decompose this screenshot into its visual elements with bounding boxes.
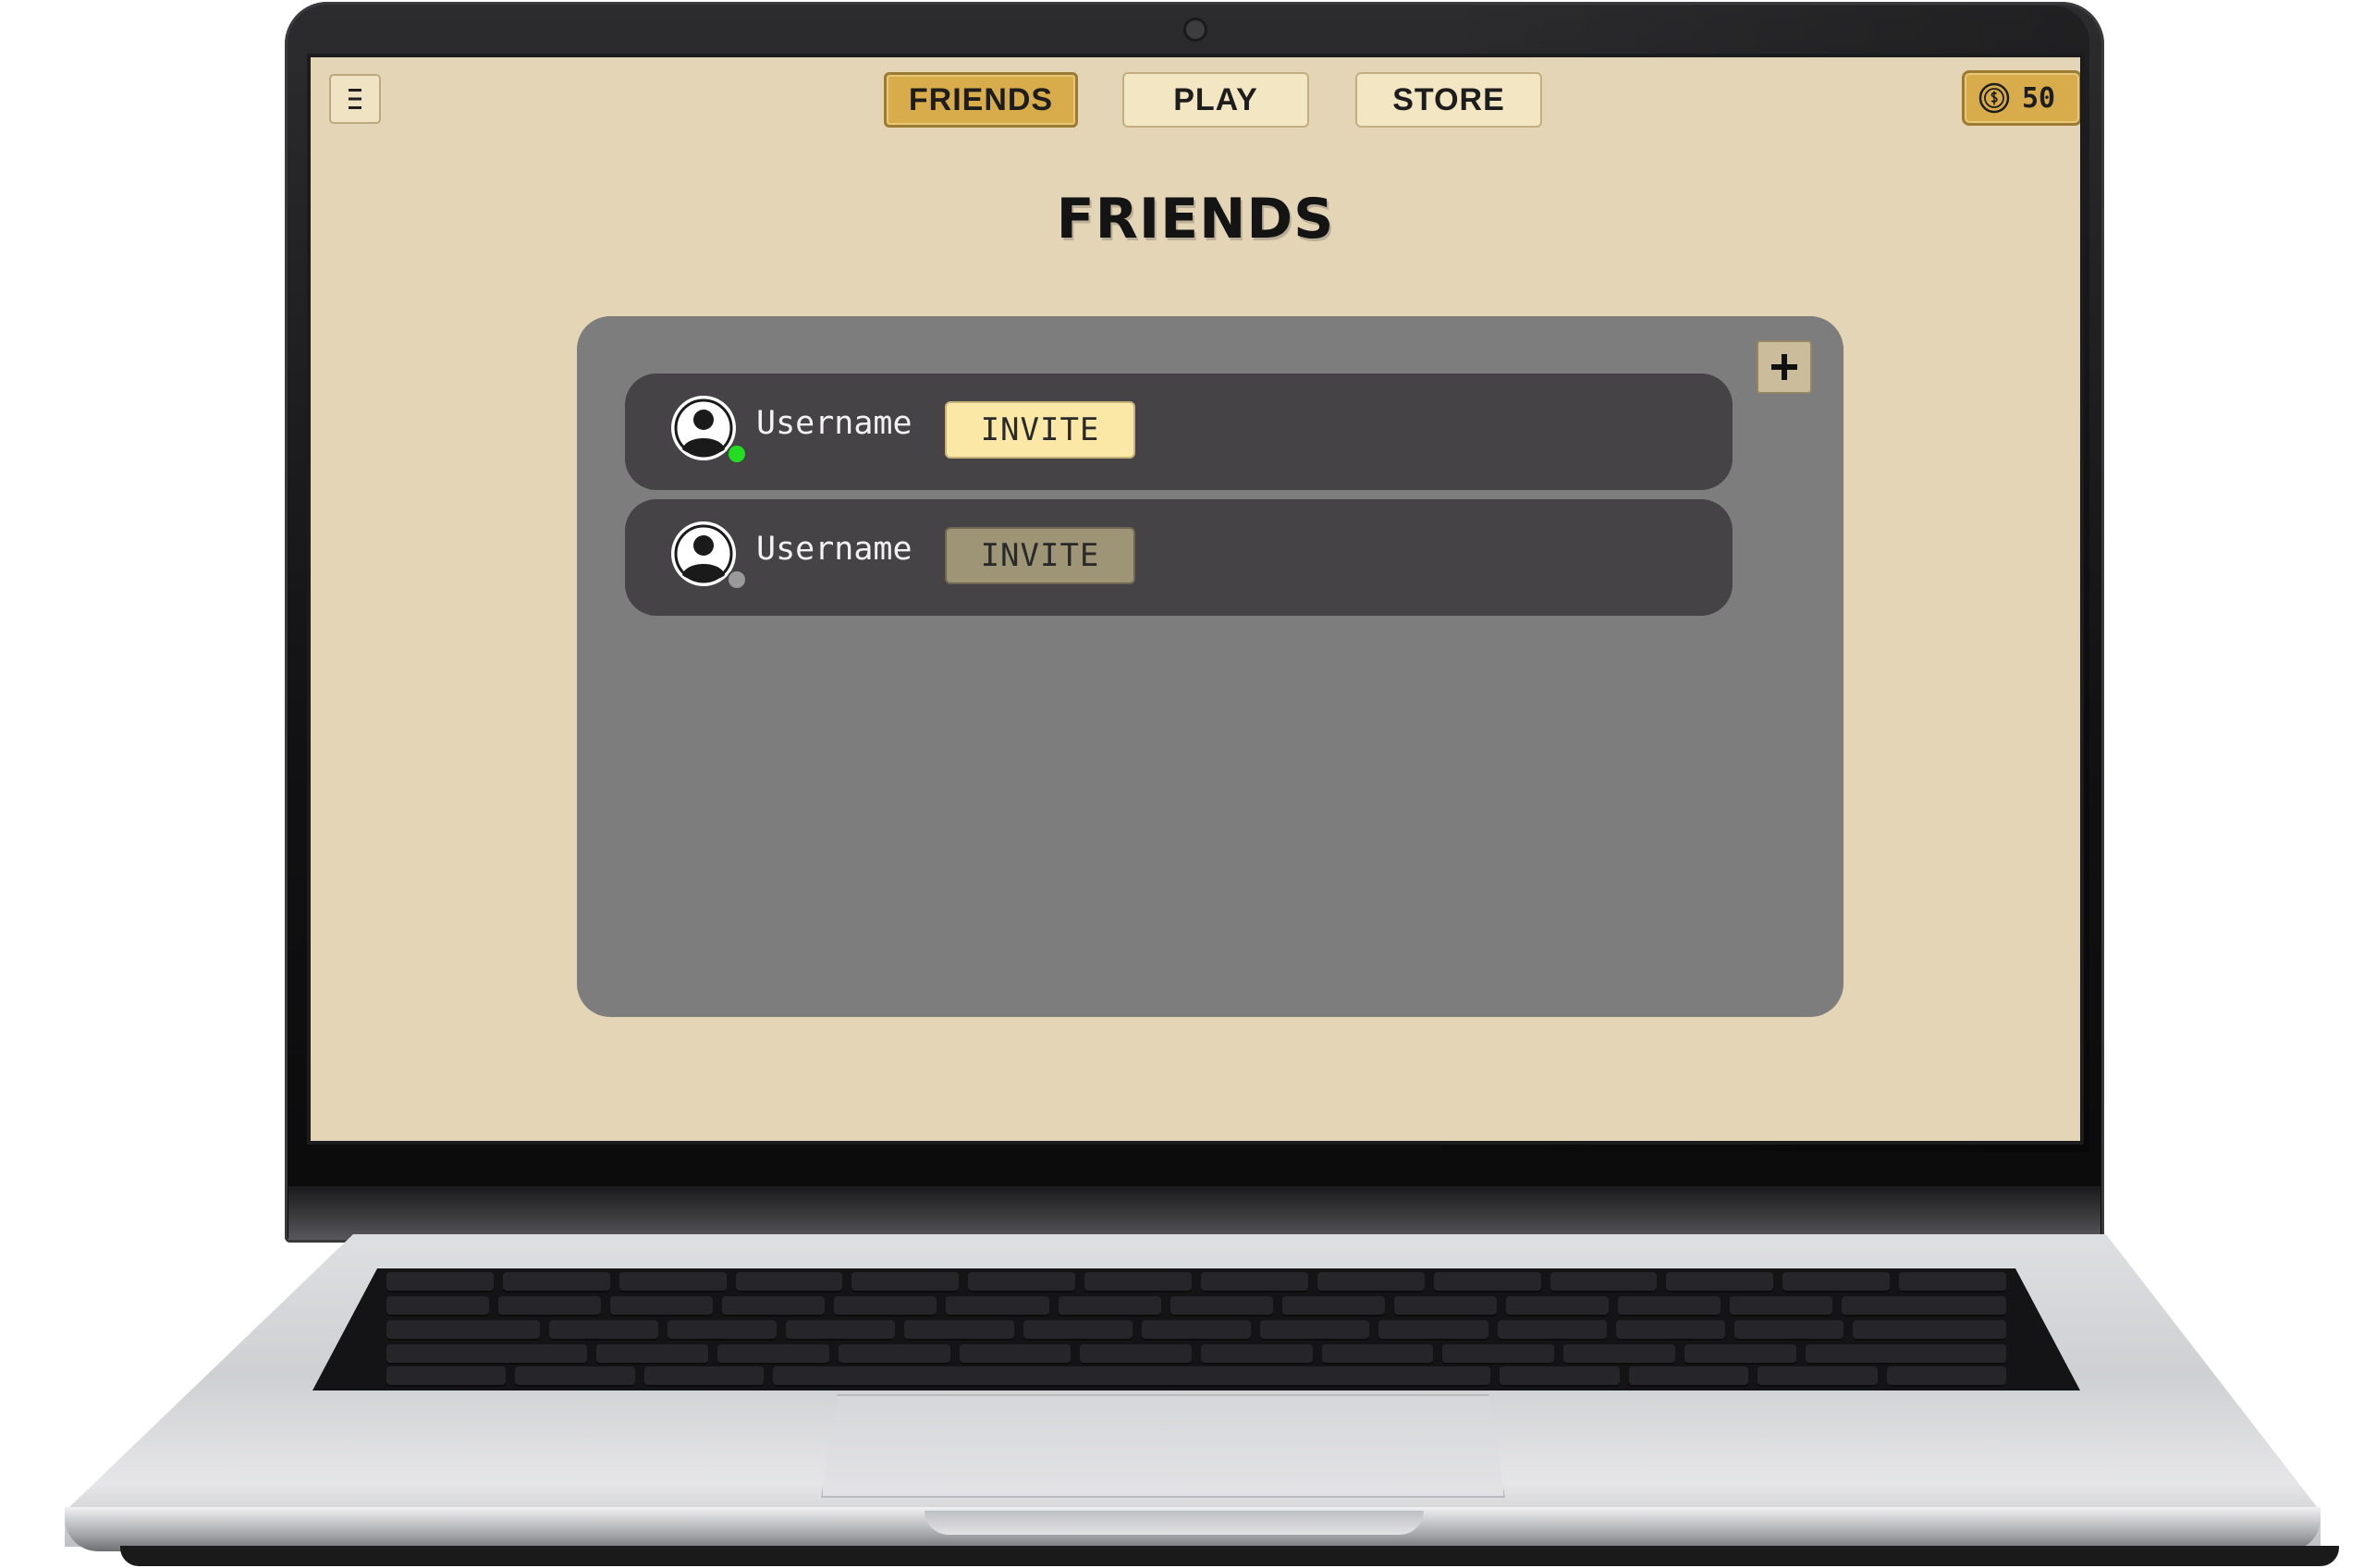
plus-icon — [1771, 354, 1797, 380]
friend-username: Username — [756, 531, 912, 568]
online-status-indicator — [727, 444, 747, 464]
tab-store[interactable]: STORE — [1355, 72, 1542, 128]
friend-username: Username — [756, 405, 912, 442]
friend-row: Username INVITE — [625, 374, 1733, 490]
screen-bezel-bottom — [288, 1186, 2100, 1240]
laptop-keyboard — [312, 1268, 2080, 1390]
page-title: FRIENDS — [1056, 187, 1335, 251]
offline-status-indicator — [727, 570, 747, 590]
tab-friends[interactable]: FRIENDS — [884, 72, 1078, 128]
laptop-shadow — [120, 1546, 2339, 1566]
app-screen: FRIENDS PLAY STORE 50 FRIENDS Username I… — [311, 57, 2080, 1141]
top-navigation: FRIENDS PLAY STORE — [311, 70, 2080, 131]
coin-balance-value: 50 — [2022, 81, 2056, 115]
add-friend-button[interactable] — [1757, 340, 1812, 394]
invite-button-disabled: INVITE — [945, 527, 1135, 584]
coin-icon — [1978, 82, 2010, 114]
friend-row: Username INVITE — [625, 499, 1733, 616]
lid-opening-notch — [925, 1511, 1424, 1535]
trackpad — [821, 1394, 1505, 1498]
invite-button[interactable]: INVITE — [945, 401, 1135, 459]
coin-balance-badge[interactable]: 50 — [1962, 70, 2080, 126]
friends-panel: Username INVITE Username INVITE — [577, 316, 1843, 1017]
tab-play[interactable]: PLAY — [1122, 72, 1309, 128]
webcam — [1186, 20, 1205, 39]
